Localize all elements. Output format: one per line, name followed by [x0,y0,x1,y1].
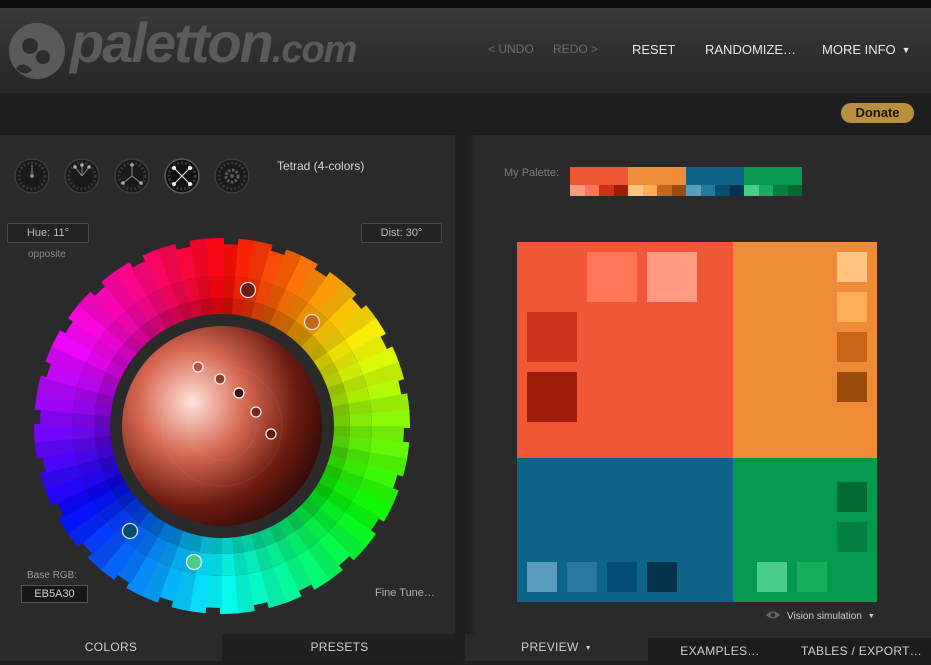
secondary1-shade-swatch [657,185,672,196]
secondary2-shade-swatch [715,185,730,196]
donate-button[interactable]: Donate [841,103,914,123]
color-handle[interactable] [239,281,257,299]
undo-button[interactable]: < UNDO [488,42,534,56]
secondary1-shade-square [837,292,867,322]
tab-preview-label: PREVIEW [521,640,579,654]
hue-segment[interactable] [94,424,111,438]
color-handle[interactable] [303,313,321,331]
palette-primary[interactable] [570,167,628,196]
secondary2-shade-square [527,562,557,592]
my-palette-strip[interactable] [570,167,802,196]
chevron-down-icon: ▼ [584,645,592,652]
scheme-label: Tetrad (4-colors) [277,159,365,173]
primary-shade-square [587,252,637,302]
primary-block [517,242,733,458]
secondary1-block [733,242,877,458]
more-info-label: MORE INFO [822,42,896,57]
secondary1-shade-swatch [671,185,686,196]
triad-icon[interactable] [114,158,150,194]
tab-preview[interactable]: PREVIEW ▼ [465,634,648,661]
complement-shade-swatch [744,185,759,196]
secondary2-shade-swatch [729,185,744,196]
complement-shade-swatch [758,185,773,196]
browser-top-strip [0,0,931,8]
complement-shade-square [797,562,827,592]
fine-tune-button[interactable]: Fine Tune… [375,587,435,599]
hue-segment[interactable] [72,424,95,440]
secondary2-block [517,458,733,602]
mono-icon[interactable] [14,158,50,194]
hue-segment[interactable] [349,412,372,428]
color-handle[interactable] [250,406,262,418]
primary-shade-square [527,312,577,362]
redo-button[interactable]: REDO > [553,42,598,56]
logo-text: paletton.com [70,11,357,74]
tab-examples[interactable]: EXAMPLES… [648,638,792,665]
eye-icon [766,611,780,619]
color-wheel[interactable] [32,236,412,616]
secondary2-shade-square [647,562,677,592]
logo-icon [9,23,65,79]
color-handle[interactable] [121,522,139,540]
free-style-icon[interactable] [214,158,250,194]
palette-secondary2[interactable] [686,167,744,196]
primary-shade-square [527,372,577,422]
tab-colors[interactable]: COLORS [0,634,222,661]
secondary2-main-swatch [686,167,744,185]
secondary1-main-swatch [628,167,686,185]
hue-segment[interactable] [210,298,224,315]
complement-main-swatch [744,167,802,185]
randomize-button[interactable]: RANDOMIZE… [705,42,796,57]
hue-segment[interactable] [220,553,236,576]
hue-segment[interactable] [208,276,224,299]
complement-shade-swatch [787,185,802,196]
palette-complement[interactable] [744,167,802,196]
tab-presets[interactable]: PRESETS [224,634,455,661]
secondary2-shade-square [607,562,637,592]
color-handle[interactable] [265,428,277,440]
color-handle[interactable] [192,361,204,373]
more-info-button[interactable]: MORE INFO ▼ [822,42,911,57]
secondary2-shade-square [567,562,597,592]
color-handle[interactable] [233,387,245,399]
base-rgb-label: Base RGB: [27,570,78,581]
adjacent-icon[interactable] [64,158,100,194]
secondary1-shade-square [837,372,867,402]
header: paletton.com < UNDO REDO > RESET RANDOMI… [0,8,931,93]
secondary1-shade-square [837,332,867,362]
primary-shade-square [647,252,697,302]
palette-secondary1[interactable] [628,167,686,196]
secondary1-shade-swatch [642,185,657,196]
reset-button[interactable]: RESET [632,42,675,57]
color-handle[interactable] [214,373,226,385]
complement-shade-square [837,522,867,552]
base-rgb-field[interactable]: EB5A30 [21,585,88,603]
primary-shade-swatch [584,185,599,196]
my-palette-label: My Palette: [504,167,560,179]
tab-tables-export[interactable]: TABLES / EXPORT… [792,638,931,665]
secondary2-shade-swatch [700,185,715,196]
secondary2-shade-swatch [686,185,701,196]
hue-segment[interactable] [220,537,234,554]
complement-block [733,458,877,602]
color-handle[interactable] [185,553,203,571]
saturation-disc[interactable] [122,326,322,526]
complement-shade-square [837,482,867,512]
vision-simulation-button[interactable]: Vision simulation ▼ [765,610,875,622]
primary-shade-swatch [570,185,585,196]
hue-segment[interactable] [333,414,350,428]
tetrad-icon[interactable] [164,158,200,194]
chevron-down-icon: ▼ [901,45,911,55]
primary-shade-swatch [599,185,614,196]
vision-simulation-label: Vision simulation [787,611,862,622]
primary-main-swatch [570,167,628,185]
chevron-down-icon: ▼ [867,613,875,620]
complement-shade-swatch [773,185,788,196]
primary-shade-swatch [613,185,628,196]
palette-preview [517,242,877,602]
complement-shade-square [757,562,787,592]
secondary1-shade-swatch [628,185,643,196]
secondary1-shade-square [837,252,867,282]
